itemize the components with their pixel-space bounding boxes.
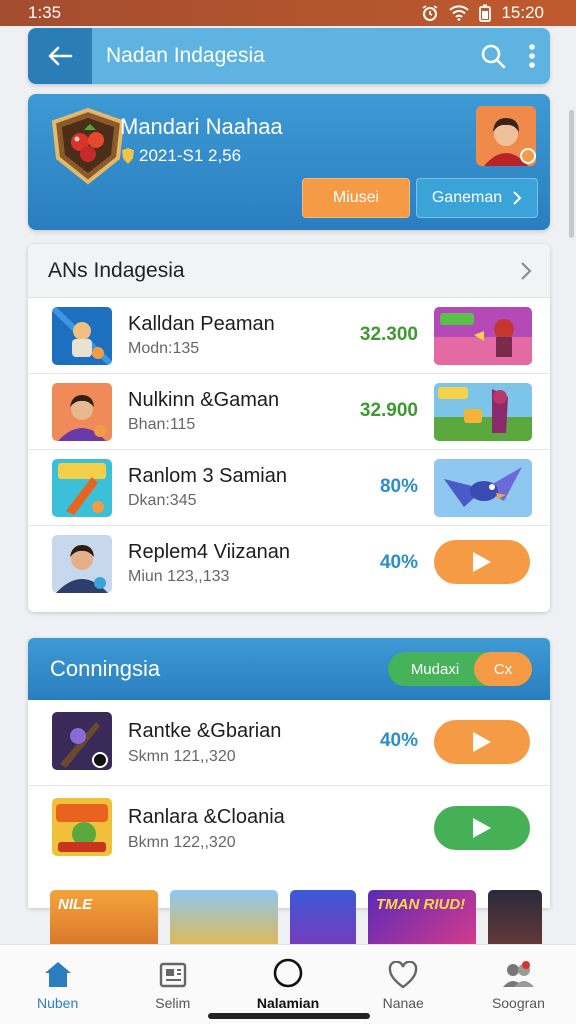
nav-label: Selim [155, 995, 191, 1011]
alarm-icon [423, 5, 438, 21]
list-item-value: 40% [379, 730, 418, 751]
compass-icon [273, 958, 303, 988]
section-toggle[interactable]: Mudaxi Cx [388, 652, 532, 686]
list-item-value: 80% [379, 476, 418, 497]
game-art [434, 383, 532, 441]
app-bar: Nadan Indagesia [28, 28, 550, 84]
list-item-value: 32.300 [359, 324, 418, 345]
profile-secondary-button[interactable]: Ganeman [416, 178, 538, 218]
nav-label: Nuben [36, 995, 79, 1011]
status-time: 1:35 [28, 3, 62, 22]
section-title-1: ANs Indagesia [48, 258, 185, 282]
game-tile[interactable]: TMAN RIUD! [368, 890, 476, 946]
status-bar: 1:35 15:20 [0, 0, 576, 26]
list-item-title: Replem4 Viizanan [128, 541, 290, 563]
home-indicator[interactable] [208, 1013, 370, 1019]
game-thumbnail [52, 307, 112, 365]
nav-label: Nalamian [256, 995, 320, 1011]
play-button[interactable] [434, 540, 530, 584]
profile-meta-text: 2021-S1 2,56 [139, 146, 242, 165]
nav-label: Soogran [491, 995, 545, 1011]
list-item-subtitle: Bkmn 122,,320 [128, 834, 236, 851]
list-item[interactable]: Ranlom 3 Samian Dkan:345 80% [28, 450, 550, 526]
media-icon [159, 962, 186, 988]
people-icon [503, 961, 535, 987]
shield-small-icon [122, 148, 134, 164]
search-icon[interactable] [480, 43, 506, 69]
list-item-subtitle: Dkan:345 [128, 492, 197, 509]
play-icon [473, 818, 491, 838]
game-thumbnail [52, 712, 112, 770]
list-item-subtitle: Bhan:115 [128, 416, 196, 433]
game-thumbnail [52, 459, 112, 517]
profile-name: Mandari Naahaa [120, 114, 283, 139]
game-thumbnail [52, 798, 112, 856]
game-tile-label: NILE [58, 896, 93, 913]
list-item-subtitle: Modn:135 [128, 340, 200, 357]
wifi-icon [449, 5, 470, 21]
profile-meta: 2021-S1 2,56 [120, 146, 241, 166]
page-title: Nadan Indagesia [106, 44, 265, 67]
list-item-subtitle: Miun 123,,133 [128, 568, 230, 585]
play-icon [473, 732, 491, 752]
nav-item-people[interactable]: Soogran [461, 945, 576, 1024]
heart-icon [388, 961, 418, 989]
section-header-1[interactable]: ANs Indagesia [28, 244, 550, 298]
list-item-title: Rantke &Gbarian [128, 720, 282, 742]
list-item[interactable]: Ranlara &Cloania Bkmn 122,,320 [28, 786, 550, 872]
section-card-2: Conningsia Mudaxi Cx Rantke &Gbarian Skm… [28, 638, 550, 908]
list-item-subtitle: Skmn 121,,320 [128, 748, 236, 765]
list-item[interactable]: Rantke &Gbarian Skmn 121,,320 40% [28, 700, 550, 786]
game-thumbnail [52, 383, 112, 441]
play-icon [473, 552, 491, 572]
section-title-2: Conningsia [50, 656, 161, 681]
game-thumbnail [52, 535, 112, 593]
chevron-right-icon [521, 261, 532, 280]
profile-primary-button[interactable]: Miusei [302, 178, 410, 218]
game-art [434, 307, 532, 365]
game-tile[interactable] [170, 890, 278, 946]
back-button[interactable] [28, 28, 92, 84]
app-bar-actions [480, 28, 536, 84]
arrow-left-icon [48, 46, 73, 66]
list-item-title: Nulkinn &Gaman [128, 389, 280, 411]
profile-card: Mandari Naahaa 2021-S1 2,56 Miusei Ganem… [28, 94, 550, 230]
list-item-title: Ranlom 3 Samian [128, 465, 287, 487]
section-card-1: ANs Indagesia Kalldan Peaman Modn:135 32… [28, 244, 550, 612]
battery-icon [479, 4, 492, 22]
game-tile-label: TMAN RIUD! [376, 896, 466, 913]
list-item-value: 32.900 [359, 400, 418, 421]
toggle-left-label[interactable]: Mudaxi [388, 661, 474, 678]
scrollbar[interactable] [569, 110, 574, 238]
list-item-title: Kalldan Peaman [128, 313, 275, 335]
shield-badge-icon [51, 107, 125, 185]
nav-label: Nanae [382, 995, 424, 1011]
avatar[interactable] [476, 106, 536, 166]
list-item[interactable]: Replem4 Viizanan Miun 123,,133 40% [28, 526, 550, 602]
game-tile[interactable]: NILE [50, 890, 158, 946]
home-icon [44, 962, 71, 987]
toggle-right-label[interactable]: Cx [474, 652, 532, 686]
list-item[interactable]: Kalldan Peaman Modn:135 32.300 [28, 298, 550, 374]
avatar-illustration [476, 106, 536, 166]
game-tiles-row: NILE TMAN RIUD! [50, 890, 576, 946]
status-icons: 15:20 [421, 3, 544, 23]
list-item-value: 40% [379, 552, 418, 573]
chevron-right-icon [513, 191, 522, 205]
more-vertical-icon[interactable] [528, 43, 536, 69]
game-art [434, 459, 532, 517]
game-tile[interactable] [290, 890, 356, 946]
status-clock: 15:20 [501, 3, 544, 22]
play-button[interactable] [434, 720, 530, 764]
game-tile[interactable] [488, 890, 542, 946]
section-header-2: Conningsia Mudaxi Cx [28, 638, 550, 700]
list-item-title: Ranlara &Cloania [128, 806, 285, 828]
profile-secondary-label: Ganeman [431, 189, 503, 206]
nav-item-home[interactable]: Nuben [0, 945, 115, 1024]
play-button[interactable] [434, 806, 530, 850]
list-item[interactable]: Nulkinn &Gaman Bhan:115 32.900 [28, 374, 550, 450]
bottom-nav: Nuben Selim Nalamian Nanae Soogran [0, 944, 576, 1024]
